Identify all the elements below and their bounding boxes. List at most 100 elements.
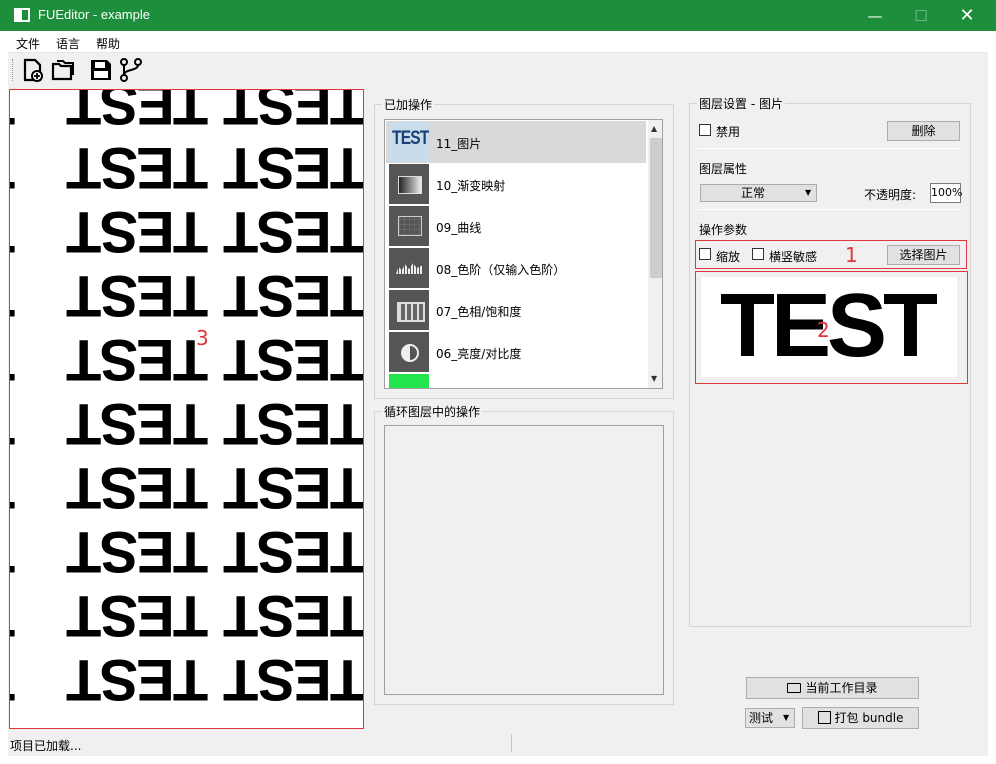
menu-file[interactable]: 文件 [16,35,40,52]
pattern-row: TESTTESTTEST [10,391,364,456]
loop-ops-list[interactable] [384,425,664,695]
pattern-text: TEST [10,135,15,200]
choose-image-button[interactable]: 选择图片 [887,245,960,265]
scroll-down-icon[interactable]: ▼ [651,374,657,383]
save-icon [91,60,111,80]
edit-icon [817,711,831,724]
pattern-text: TEST [68,455,209,520]
divider [698,209,961,210]
minimize-button[interactable]: — [852,0,898,31]
test-mode-select[interactable]: 测试 ▼ [745,708,795,728]
pattern-row: TESTTESTTEST [10,647,364,712]
params-label: 操作参数 [699,223,748,237]
hue-saturation-icon [389,290,429,330]
app-icon [14,8,30,22]
list-item-op-levels[interactable]: 08_色阶（仅输入色阶） [386,247,646,289]
list-item-op-gradient-map[interactable]: 10_渐变映射 [386,163,646,205]
pattern-text: TEST [68,135,209,200]
blend-mode-value: 正常 [741,186,766,200]
pattern-text: TEST [10,647,15,712]
pattern-text: TEST [68,263,209,328]
pattern-text: TEST [10,519,15,584]
pattern-text: TEST [68,519,209,584]
save-button[interactable] [88,57,114,83]
pattern-text: TEST [10,199,15,264]
list-item-op-brightness[interactable]: 06_亮度/对比度 [386,331,646,373]
pattern-text: TEST [68,583,209,648]
curves-icon [389,206,429,246]
levels-icon [389,248,429,288]
pack-bundle-label: 打包 bundle [834,711,904,725]
workdir-button[interactable]: 当前工作目录 [746,677,919,699]
pattern-text: TEST [68,327,209,392]
pattern-text: TEST [225,199,364,264]
pattern-text: TEST [68,89,209,136]
scale-checkbox[interactable] [699,248,711,260]
pattern-row: TESTTESTTEST [10,327,364,392]
list-item-op-curves[interactable]: 09_曲线 [386,205,646,247]
pattern-text: TEST [68,391,209,456]
annotation-marker-1: 1 [845,243,858,267]
layer-props-label: 图层属性 [699,162,748,176]
open-folder-icon [51,60,74,81]
new-file-button[interactable] [20,57,46,83]
chevron-down-icon: ▼ [783,713,790,722]
chevron-down-icon: ▼ [805,188,812,197]
close-button[interactable]: ✕ [944,0,990,31]
gradient-map-icon [389,164,429,204]
pattern-row: TESTTESTTEST [10,455,364,520]
pattern-row: TESTTESTTEST [10,89,363,136]
pattern-text: TEST [225,391,364,456]
toolbar [8,53,988,87]
menu-bar: 文件 语言 帮助 [8,31,988,53]
op-label: 10_渐变映射 [436,179,506,193]
pattern-text: TEST [225,519,364,584]
list-item-op-image[interactable]: TEST 11_图片 [386,121,646,163]
branch-button[interactable] [118,57,144,83]
menu-help[interactable]: 帮助 [96,35,120,52]
color-op-icon [389,374,429,388]
op-label: 06_亮度/对比度 [436,347,522,361]
menu-language[interactable]: 语言 [56,35,80,52]
scroll-up-icon[interactable]: ▲ [651,124,657,133]
annotation-marker-2: 2 [817,318,830,342]
pattern-text: TEST [10,327,15,392]
workdir-label: 当前工作目录 [805,681,878,695]
ops-group-title: 已加操作 [382,96,435,113]
toolbar-grip[interactable] [12,59,14,81]
pattern-text: TEST [225,327,364,392]
status-bar: 项目已加载... [8,730,988,756]
open-folder-button[interactable] [50,57,76,83]
scale-label: 缩放 [716,250,741,264]
disable-label: 禁用 [716,125,741,139]
window-title: FUEditor - example [38,7,150,22]
pattern-row: TESTTESTTEST [10,263,363,328]
maximize-icon: ☐ [914,6,928,25]
list-item-op-hue-saturation[interactable]: 07_色相/饱和度 [386,289,646,331]
op-label: 07_色相/饱和度 [436,305,522,319]
test-mode-value: 测试 [749,711,774,725]
delete-button[interactable]: 删除 [887,121,960,141]
disable-checkbox[interactable] [699,124,711,136]
pattern-text: TEST [225,455,364,520]
blend-mode-select[interactable]: 正常 ▼ [700,184,817,202]
opacity-input[interactable]: 100% [930,183,962,203]
orientation-checkbox[interactable] [752,248,764,260]
pattern-text: TEST [10,583,15,648]
divider [698,148,961,149]
close-icon: ✕ [959,5,975,26]
ops-list[interactable]: TEST 11_图片 10_渐变映射 09_曲线 08_色阶（仅输入色阶） 07… [384,119,663,389]
pattern-text: TEST [10,263,15,328]
pattern-text: TEST [225,647,364,712]
orientation-label: 横竖敏感 [769,250,818,264]
status-separator [511,734,512,752]
opacity-label: 不透明度: [864,188,917,202]
ops-scrollbar[interactable]: ▲ ▼ [648,120,662,388]
op-label: 09_曲线 [436,221,482,235]
pack-bundle-button[interactable]: 打包 bundle [802,707,919,729]
window-border [988,31,996,764]
canvas-preview[interactable]: TEST TEST TEST TEST TEST TEST TEST TEST TEST TEST… [9,89,364,729]
maximize-button[interactable]: ☐ [898,0,944,31]
status-text: 项目已加载... [10,739,82,753]
scroll-thumb[interactable] [650,138,662,278]
